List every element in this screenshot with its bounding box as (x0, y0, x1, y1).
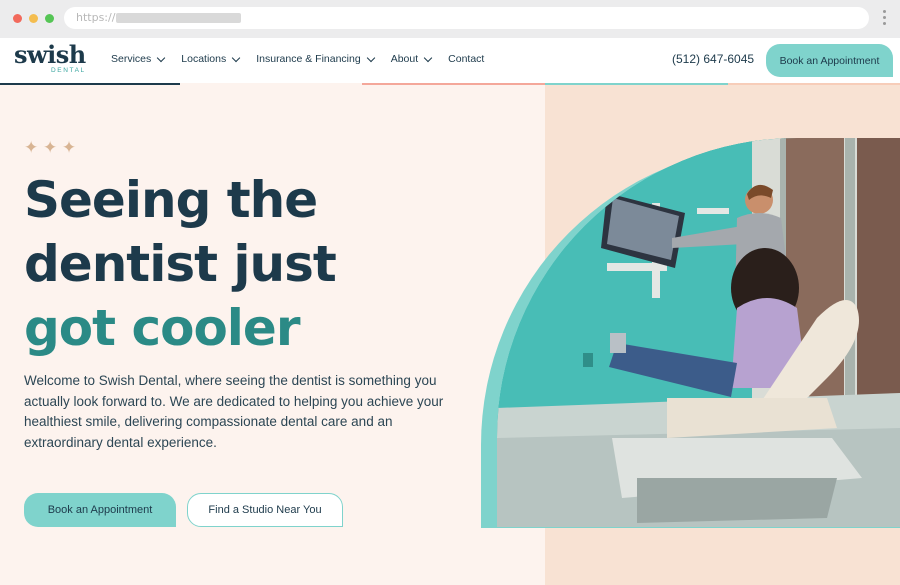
nav-item-contact[interactable]: Contact (448, 53, 484, 65)
hero-intro-text: Welcome to Swish Dental, where seeing th… (24, 373, 444, 450)
header-accent-strip (362, 83, 545, 85)
nav-item-label: Insurance & Financing (256, 53, 361, 65)
nav-item-insurance[interactable]: Insurance & Financing (256, 53, 375, 65)
phone-link[interactable]: (512) 647-6045 (672, 52, 754, 66)
chevron-down-icon (366, 53, 375, 62)
address-bar[interactable]: https:// (64, 7, 869, 29)
site-header: swish DENTAL Services Locations Insuranc… (0, 38, 900, 83)
url-protocol: https:// (76, 11, 116, 24)
headline-accent-line: got cooler (24, 299, 301, 357)
nav-item-label: Contact (448, 53, 485, 65)
header-accent-strip (0, 83, 180, 85)
header-book-appointment-button[interactable]: Book an Appointment (766, 44, 893, 77)
url-redacted (116, 13, 241, 23)
header-accent-strip (728, 83, 900, 85)
browser-chrome: https:// (0, 0, 900, 38)
find-studio-button[interactable]: Find a Studio Near You (187, 493, 343, 527)
minimize-window-icon[interactable] (29, 14, 38, 23)
nav-item-locations[interactable]: Locations (181, 53, 241, 65)
site-logo[interactable]: swish DENTAL (14, 40, 86, 75)
page: swish DENTAL Services Locations Insuranc… (0, 38, 900, 585)
close-window-icon[interactable] (13, 14, 22, 23)
headline-line: dentist just (24, 235, 337, 293)
chevron-down-icon (157, 53, 166, 62)
decorative-stars: ✦ ✦ ✦ (24, 138, 77, 157)
hero-headline: Seeing the dentist just got cooler (24, 168, 494, 360)
nav-item-label: Locations (181, 53, 227, 65)
logo-wordmark: swish (14, 40, 86, 69)
chevron-down-icon (231, 53, 241, 62)
headline-line: Seeing the (24, 171, 318, 229)
book-appointment-button[interactable]: Book an Appointment (24, 493, 176, 527)
browser-menu-icon[interactable] (880, 10, 888, 28)
maximize-window-icon[interactable] (45, 14, 54, 23)
header-accent-strip (545, 83, 728, 85)
nav-item-services[interactable]: Services (111, 53, 166, 65)
nav-item-label: About (390, 53, 419, 65)
nav-item-label: Services (111, 53, 152, 65)
chevron-down-icon (423, 53, 433, 62)
nav-item-about[interactable]: About (390, 53, 433, 65)
main-nav: Services Locations Insurance & Financing… (111, 53, 501, 65)
